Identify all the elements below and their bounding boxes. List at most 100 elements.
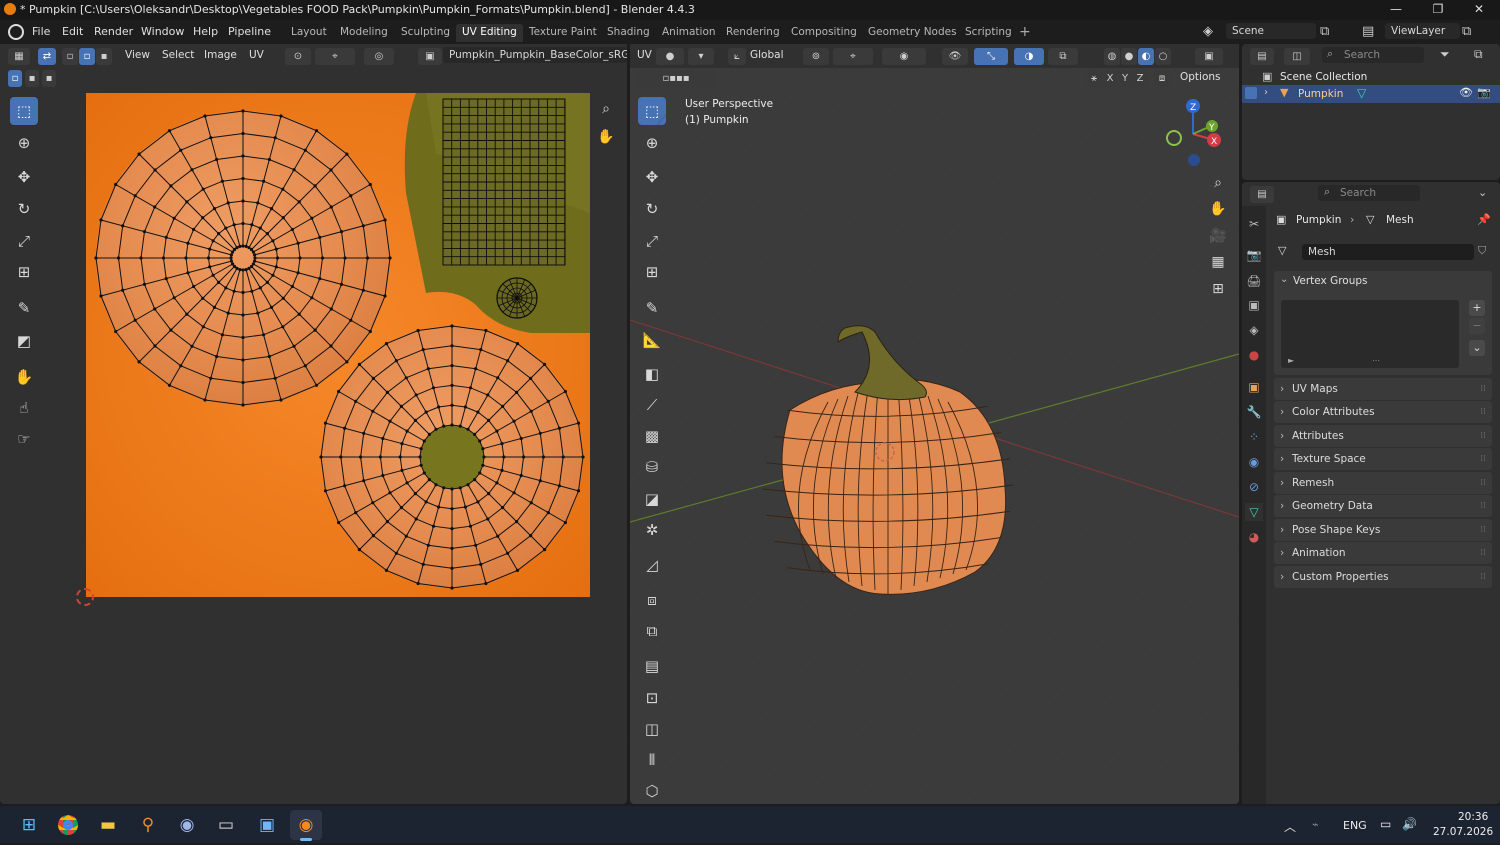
proportional-edit-icon[interactable]: ◎ [364,48,394,65]
image-browse-icon[interactable]: ▣ [418,48,442,65]
select-box-tool[interactable]: ⬚ [10,97,38,125]
image-viewer-icon[interactable]: ▣ [251,810,283,840]
uv-pan-icon[interactable]: ✋ [595,126,617,148]
select-mode-icon[interactable]: ▫▪▪▪ [636,70,716,87]
select-mode-extend-icon[interactable]: ▪ [25,70,39,87]
select-mode-new-icon[interactable]: ▫ [8,70,22,87]
menu-edit[interactable]: Edit [62,25,83,38]
xray-icon[interactable]: ⧉ [1048,48,1078,65]
panel-remesh[interactable]: › Remesh ⁞⁞ [1274,472,1492,494]
add-workspace-icon[interactable]: + [1019,24,1031,40]
windows-start-icon[interactable]: ⊞ [13,810,45,840]
axis-z-toggle[interactable]: Z [1133,70,1147,87]
transform-tool[interactable]: ⊞ [10,258,38,286]
object-tab-icon[interactable]: ▣ [1245,378,1263,396]
viewport-editor-label[interactable]: UV [637,49,652,61]
tab-geometry-nodes[interactable]: Geometry Nodes [862,24,963,42]
tool-tab-icon[interactable]: ✂ [1245,215,1263,233]
terminal-icon[interactable]: ▭ [210,810,242,840]
chrome-icon[interactable] [52,810,84,840]
tray-app-icon[interactable]: ⌁ [1312,818,1319,831]
editor-type-icon[interactable]: ▦ [8,48,30,65]
network-icon[interactable]: ▭ [1380,817,1391,831]
constraints-tab-icon[interactable]: ⊘ [1245,478,1263,496]
physics-tab-icon[interactable]: ◉ [1245,453,1263,471]
tab-compositing[interactable]: Compositing [785,24,863,42]
pinch-tool[interactable]: ☞ [10,425,38,453]
pivot-point-icon[interactable]: ⊚ [803,48,829,65]
modifier-tab-icon[interactable]: 🔧 [1245,403,1263,421]
panel-geometry-data[interactable]: › Geometry Data ⁞⁞ [1274,495,1492,517]
uv-menu-uv[interactable]: UV [249,49,264,61]
pan-view-icon[interactable]: ✋ [1207,198,1229,220]
image-name-field[interactable]: Pumpkin_Pumpkin_BaseColor_sRGB.p [443,47,627,63]
mesh-name-field[interactable]: Mesh [1302,244,1474,260]
tab-layout[interactable]: Layout [285,24,333,42]
tab-animation[interactable]: Animation [656,24,722,42]
auto-merge-icon[interactable]: ⧈ [1154,70,1170,87]
pin-icon[interactable]: 📌 [1477,213,1491,226]
view-layer-selector[interactable]: ViewLayer [1385,23,1460,39]
properties-editor-icon[interactable]: ▤ [1250,186,1274,203]
list-play-icon[interactable]: ► [1288,356,1294,365]
menu-pipeline[interactable]: Pipeline [228,25,271,38]
expand-chevron-icon[interactable]: › [1264,87,1268,98]
move-tool[interactable]: ✥ [10,163,38,191]
outliner-search[interactable]: Search [1322,47,1424,63]
remove-vertex-group-icon[interactable]: − [1469,318,1485,334]
annotate-tool[interactable]: ✎ [10,294,38,322]
orientation-selector[interactable]: Global [750,49,784,61]
shading-wireframe-icon[interactable]: ◍ [1104,48,1120,65]
visibility-icon[interactable]: 👁 [942,48,968,65]
scene-selector[interactable]: Scene [1226,23,1316,39]
visibility-eye-icon[interactable]: 👁 [1459,86,1473,99]
data-tab-icon[interactable]: ▽ [1245,503,1263,521]
cursor-tool[interactable]: ⊕ [10,129,38,157]
gizmo-icon[interactable]: ⤡ [974,48,1008,65]
panel-uv-maps[interactable]: › UV Maps ⁞⁞ [1274,378,1492,400]
vertex-groups-list[interactable] [1281,300,1459,368]
2d-cursor-icon[interactable] [76,588,94,606]
vertex-select-icon[interactable]: ▫ [62,48,78,65]
uv-menu-image[interactable]: Image [204,49,237,61]
restore-icon[interactable]: ❐ [1428,2,1448,18]
volume-icon[interactable]: 🔊 [1402,817,1417,831]
mesh-data-icon[interactable]: ▽ [1357,86,1366,100]
uv-sync-icon[interactable]: ⇄ [38,48,56,65]
vertex-group-menu-icon[interactable]: ⌄ [1469,340,1485,356]
uv-menu-view[interactable]: View [125,49,150,61]
new-scene-icon[interactable]: ⧉ [1320,24,1329,39]
menu-render[interactable]: Render [94,25,133,38]
image-editor-sync-icon[interactable]: ▣ [1195,48,1223,65]
shading-solid-icon[interactable]: ● [1121,48,1137,65]
new-collection-icon[interactable]: ⧉ [1474,47,1483,62]
tab-modeling[interactable]: Modeling [334,24,394,42]
clock-date[interactable]: 27.07.2026 [1433,826,1493,838]
search-app-icon[interactable]: ⚲ [132,810,164,840]
vertex-groups-chevron-icon[interactable]: ⌄ [1280,274,1288,285]
tab-texture-paint[interactable]: Texture Paint [523,24,603,42]
menu-file[interactable]: File [32,25,50,38]
tab-scripting[interactable]: Scripting [959,24,1018,42]
filter-icon[interactable]: ⏷ [1440,47,1450,62]
panel-pose-shape-keys[interactable]: › Pose Shape Keys ⁞⁞ [1274,519,1492,541]
close-icon[interactable]: ✕ [1469,2,1489,18]
scene-collection-label[interactable]: Scene Collection [1280,71,1367,83]
file-explorer-icon[interactable]: ▬ [92,810,124,840]
perspective-toggle-icon[interactable]: ▦ [1207,251,1229,273]
add-vertex-group-icon[interactable]: + [1469,300,1485,316]
relax-tool[interactable]: ☝ [10,394,38,422]
uv-zoom-icon[interactable]: ⌕ [595,98,617,120]
properties-search[interactable]: Search [1318,185,1420,201]
outliner-object-label[interactable]: Pumpkin [1298,88,1343,100]
axis-y-toggle[interactable]: Y [1118,70,1132,87]
browser-app-icon[interactable]: ◉ [171,810,203,840]
local-view-icon[interactable]: ⊞ [1207,278,1229,300]
render-camera-icon[interactable]: 📷 [1477,86,1491,99]
tab-sculpting[interactable]: Sculpting [395,24,456,42]
panel-attributes[interactable]: › Attributes ⁞⁞ [1274,425,1492,447]
panel-color-attributes[interactable]: › Color Attributes ⁞⁞ [1274,401,1492,423]
vertex-groups-header[interactable]: Vertex Groups [1293,275,1368,287]
uv-texture-canvas[interactable] [86,93,590,597]
orientation-icon[interactable]: ⟀ [728,48,746,65]
